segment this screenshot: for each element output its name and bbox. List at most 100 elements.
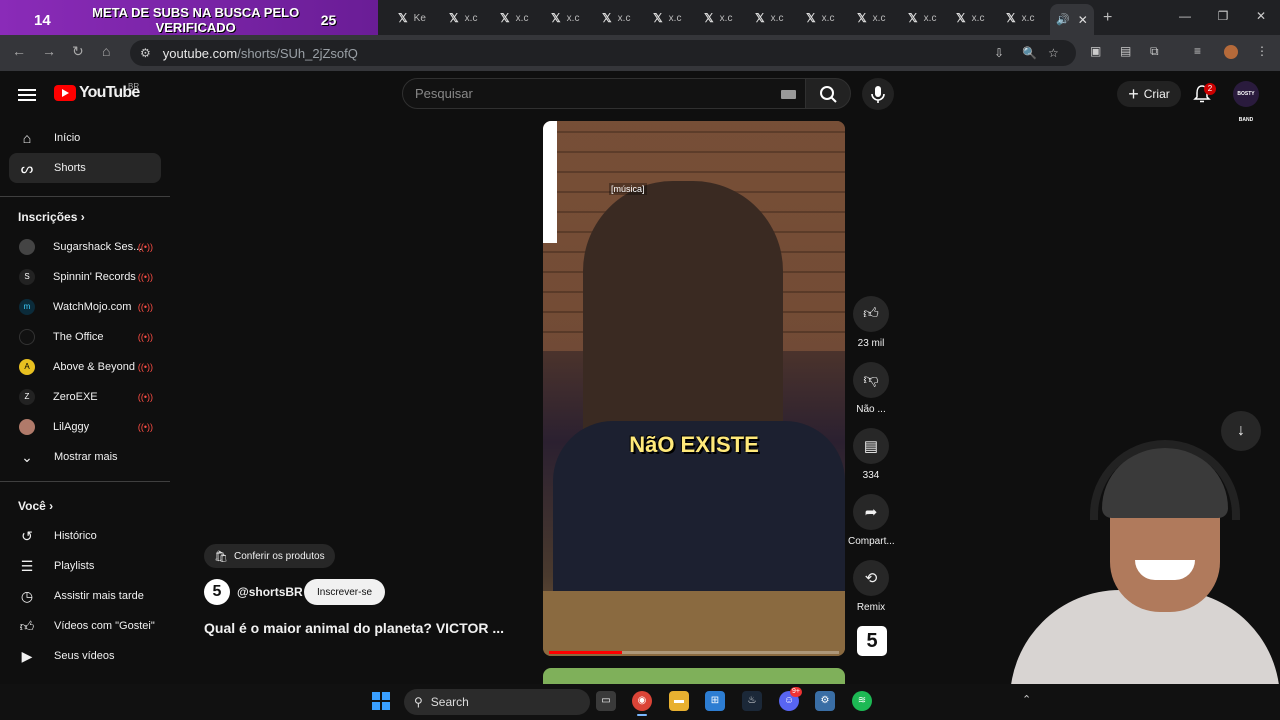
- youtube-logo[interactable]: YouTube BR: [54, 82, 140, 102]
- chrome-icon[interactable]: ◉: [632, 691, 652, 716]
- like-button[interactable]: 👍︎: [853, 296, 889, 332]
- sidebar-item-playlists[interactable]: ☰ Playlists: [9, 551, 161, 581]
- browser-tab[interactable]: 𝕏 Ke: [398, 6, 426, 30]
- taskbar-search[interactable]: ⚲ Search: [404, 689, 590, 715]
- sidebar-item-subscription[interactable]: The Office ((•)): [9, 322, 161, 352]
- windows-taskbar: ⚲ Search ▭ ◉ ▬ ⊞ ♨ ☺ 9+ ⚙ ≋ ⌃: [0, 684, 1280, 720]
- browser-tab[interactable]: 𝕏x.c: [755, 6, 783, 30]
- sidebar-item-your-videos[interactable]: ▶ Seus vídeos: [9, 641, 161, 671]
- browser-tab[interactable]: 𝕏x.c: [704, 6, 732, 30]
- chevron-right-icon: ›: [80, 210, 85, 224]
- search-input[interactable]: [403, 79, 763, 108]
- address-bar[interactable]: ⚙ youtube.com/shorts/SUh_2jZsofQ ⇩ 🔍 ☆: [130, 40, 1076, 66]
- thumb-up-icon: 👍︎: [863, 305, 879, 322]
- sidebar-item-history[interactable]: ↺ Histórico: [9, 521, 161, 551]
- extensions-puzzle-icon[interactable]: ⧉: [1150, 44, 1159, 59]
- sidebar-item-subscription[interactable]: Z ZeroEXE ((•)): [9, 382, 161, 412]
- sidebar-item-subscription[interactable]: m WatchMojo.com ((•)): [9, 292, 161, 322]
- subscribe-button[interactable]: Inscrever-se: [304, 579, 385, 605]
- bookmark-star-icon[interactable]: ☆: [1048, 46, 1059, 60]
- tray-chevron-icon[interactable]: ⌃: [1022, 693, 1031, 706]
- task-view-icon[interactable]: ▭: [596, 691, 616, 711]
- voice-search-button[interactable]: [862, 78, 894, 110]
- restore-icon[interactable]: ❐: [1204, 0, 1242, 35]
- sidebar-item-subscription[interactable]: Sugarshack Ses... ((•)): [9, 232, 161, 262]
- sidebar-item-label: Spinnin' Records: [53, 271, 136, 283]
- browser-tab[interactable]: 𝕏x.c: [602, 6, 630, 30]
- search-button[interactable]: [805, 78, 851, 109]
- forward-icon[interactable]: →: [42, 43, 56, 59]
- live-icon: ((•)): [137, 422, 153, 432]
- sidebar-item-label: Vídeos com "Gostei": [54, 620, 155, 632]
- settings-icon[interactable]: ⚙: [815, 691, 835, 711]
- windows-start-icon[interactable]: [372, 692, 390, 710]
- subscriptions-heading[interactable]: Inscrições ›: [18, 210, 85, 224]
- chevron-right-icon: ›: [49, 499, 54, 513]
- channel-avatar[interactable]: 5: [204, 579, 230, 605]
- search-icon: [820, 86, 837, 103]
- sidebar-item-label: Histórico: [54, 530, 97, 542]
- extension-icon[interactable]: ▤: [1120, 44, 1131, 58]
- install-icon[interactable]: ⇩: [994, 46, 1004, 60]
- hamburger-menu-icon[interactable]: [18, 86, 36, 104]
- products-chip[interactable]: 🛍︎ Conferir os produtos: [204, 544, 335, 568]
- sidebar-item-subscription[interactable]: LilAggy ((•)): [9, 412, 161, 442]
- browser-tab[interactable]: 𝕏x.c: [806, 6, 834, 30]
- window-controls: — ❐ ✕: [1166, 0, 1280, 35]
- video-caption-small: [música]: [609, 183, 647, 195]
- spotify-icon[interactable]: ≋: [852, 691, 872, 711]
- keyboard-icon[interactable]: [781, 90, 796, 99]
- create-button[interactable]: + Criar: [1117, 81, 1181, 107]
- steam-icon[interactable]: ♨: [742, 691, 762, 711]
- channel-avatar: [19, 239, 35, 255]
- new-tab-button[interactable]: +: [1103, 6, 1112, 30]
- microsoft-store-icon[interactable]: ⊞: [705, 691, 725, 711]
- browser-tab[interactable]: 𝕏x.c: [908, 6, 936, 30]
- active-tab[interactable]: 🔊 ✕: [1050, 4, 1094, 35]
- account-avatar[interactable]: BOSTY BAND: [1233, 81, 1259, 123]
- sidebar-item-shorts[interactable]: ᔕ Shorts: [9, 153, 161, 183]
- browser-tab[interactable]: 𝕏x.c: [449, 6, 477, 30]
- shorts-video-player[interactable]: [música] NãO EXISTE: [543, 121, 845, 656]
- video-progress-bar[interactable]: [549, 651, 839, 654]
- media-control-icon[interactable]: ≡: [1194, 44, 1201, 58]
- back-icon[interactable]: ←: [12, 43, 26, 59]
- home-icon[interactable]: ⌂: [102, 43, 110, 59]
- channel-logo-button[interactable]: 5: [857, 626, 887, 656]
- minimize-icon[interactable]: —: [1166, 0, 1204, 35]
- remix-button[interactable]: ⟲: [853, 560, 889, 596]
- sidebar-item-watch-later[interactable]: ◷ Assistir mais tarde: [9, 581, 161, 611]
- zoom-icon[interactable]: 🔍: [1022, 46, 1037, 60]
- file-explorer-icon[interactable]: ▬: [669, 691, 689, 711]
- channel-name[interactable]: @shortsBR: [237, 585, 303, 599]
- browser-tab[interactable]: 𝕏x.c: [500, 6, 528, 30]
- comments-button[interactable]: ▤: [853, 428, 889, 464]
- tab-title: x.c: [617, 12, 631, 24]
- profile-icon[interactable]: [1224, 45, 1238, 59]
- close-icon[interactable]: ✕: [1242, 0, 1280, 35]
- browser-tab[interactable]: 𝕏x.c: [653, 6, 681, 30]
- tab-title: x.c: [719, 12, 733, 24]
- reload-icon[interactable]: ↻: [72, 43, 84, 60]
- comment-icon: ▤: [863, 438, 879, 455]
- remix-action: ⟲ Remix: [848, 560, 894, 613]
- dislike-button[interactable]: 👎︎: [853, 362, 889, 398]
- browser-tab[interactable]: 𝕏x.c: [1006, 6, 1034, 30]
- browser-tab[interactable]: 𝕏x.c: [956, 6, 984, 30]
- goal-target: 25: [320, 12, 337, 28]
- sidebar-item-liked-videos[interactable]: 👍︎ Vídeos com "Gostei": [9, 611, 161, 641]
- tab-title: x.c: [1021, 12, 1035, 24]
- site-info-icon[interactable]: ⚙: [140, 46, 151, 60]
- extension-icon[interactable]: ▣: [1090, 44, 1101, 58]
- share-button[interactable]: ➦: [853, 494, 889, 530]
- kebab-menu-icon[interactable]: ⋮: [1256, 44, 1268, 58]
- browser-tab[interactable]: 𝕏x.c: [857, 6, 885, 30]
- tab-close-icon[interactable]: ✕: [1078, 13, 1088, 27]
- show-more-button[interactable]: ⌄ Mostrar mais: [9, 442, 161, 472]
- sidebar-item-subscription[interactable]: A Above & Beyond ((•)): [9, 352, 161, 382]
- browser-tab[interactable]: 𝕏x.c: [551, 6, 579, 30]
- sidebar-item-home[interactable]: ⌂ Início: [9, 123, 161, 153]
- you-heading[interactable]: Você ›: [18, 499, 53, 513]
- short-title[interactable]: Qual é o maior animal do planeta? VICTOR…: [204, 620, 504, 636]
- sidebar-item-subscription[interactable]: S Spinnin' Records ((•)): [9, 262, 161, 292]
